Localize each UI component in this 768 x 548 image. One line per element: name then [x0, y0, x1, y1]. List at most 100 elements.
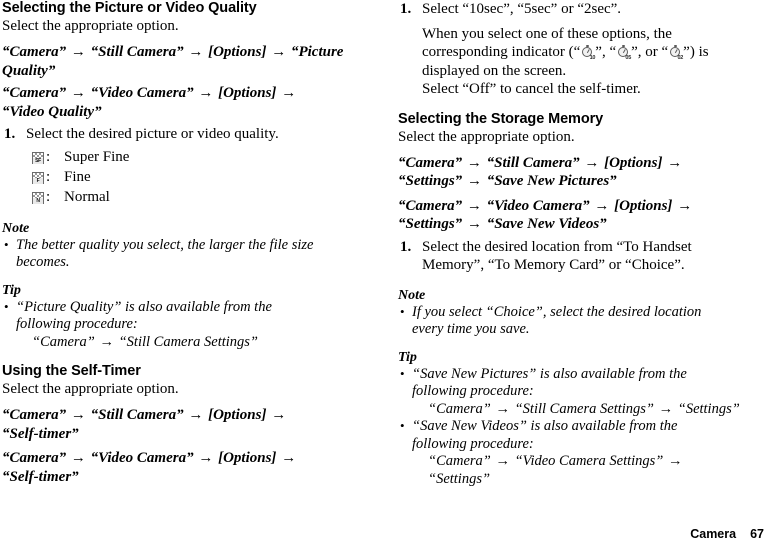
arrow-icon: → [99, 333, 114, 350]
nav-part: “Settings” [677, 400, 740, 417]
nav-part: “Still Camera Settings” [514, 400, 654, 417]
self-timer-05sec-icon: 05 [617, 44, 631, 61]
nav-part: “Camera” [398, 154, 463, 171]
list-item: F : Fine [32, 168, 370, 188]
footer-chapter-name: Camera [690, 527, 737, 541]
right-column: 1. Select “10sec”, “5sec” or “2sec”. Whe… [398, 0, 766, 488]
note-text: The better quality you select, the large… [16, 236, 314, 253]
bullet-icon: • [400, 365, 405, 381]
tip-heading: Tip [2, 282, 21, 298]
manual-page: Selecting the Picture or Video Quality S… [0, 0, 768, 548]
bullet-icon: • [4, 236, 9, 252]
tip-text: “Save New Videos” is also available from… [412, 418, 678, 434]
legend-label: Fine [64, 169, 91, 185]
tip-bullet: • “Save New Videos” is also available fr… [398, 418, 766, 436]
note-heading: Note [398, 287, 426, 303]
legend-label: Normal [64, 189, 110, 205]
nav-part: “Camera” [428, 453, 491, 469]
nav-part: “Still Camera” [90, 407, 184, 423]
fine-quality-icon: F [32, 171, 44, 184]
nav-part: [Options] [208, 44, 267, 60]
self-timer-description: When you select one of these options, th… [398, 25, 766, 99]
nav-part: “Camera” [32, 333, 95, 350]
tip-text: “Save New Pictures” is also available fr… [412, 365, 687, 382]
nav-part: “Still Camera” [486, 154, 580, 171]
tip-bullet: • “Save New Pictures” is also available … [398, 366, 766, 384]
arrow-icon: → [271, 407, 287, 423]
arrow-icon: → [594, 197, 610, 214]
arrow-icon: → [70, 44, 86, 60]
nav-part: “Camera” [2, 85, 67, 101]
nav-part: “Save New Pictures” [486, 173, 617, 189]
arrow-icon: → [584, 154, 600, 171]
step-select-storage-location: 1. Select the desired location from “To … [398, 238, 766, 257]
super-fine-quality-icon: SF [32, 151, 44, 164]
step-select-timer-duration: 1. Select “10sec”, “5sec” or “2sec”. [398, 0, 766, 19]
self-timer-02sec-icon: 02 [669, 44, 683, 61]
note-text: If you select “Choice”, select the desir… [412, 303, 702, 320]
tip-nav-path: “Camera” → “Still Camera Settings” → “Se… [398, 401, 766, 419]
nav-part: [Options] [604, 154, 663, 171]
nav-path-video-quality: “Camera” → “Video Camera” → [Options] → … [2, 84, 370, 121]
tip-nav-path: “Camera” → “Video Camera Settings” → [398, 453, 766, 471]
bullet-icon: • [400, 418, 405, 433]
nav-part: “Camera” [428, 400, 491, 417]
nav-part: [Options] [218, 85, 277, 101]
arrow-icon: → [658, 400, 674, 417]
legend-label: Super Fine [64, 149, 130, 165]
tip-nav-path-cont: “Settings” [428, 470, 491, 487]
step-text: Select “10sec”, “5sec” or “2sec”. [422, 1, 622, 17]
step-number: 1. [400, 1, 412, 17]
note-bullet: • The better quality you select, the lar… [2, 237, 370, 255]
step-number: 1. [400, 238, 412, 255]
footer-page-number: 67 [750, 527, 764, 541]
nav-part: “Video Quality” [2, 103, 102, 120]
section1-intro: Select the appropriate option. [2, 18, 179, 34]
arrow-icon: → [466, 173, 482, 189]
description-text: ”) is [683, 44, 709, 60]
tip-bullet: • “Picture Quality” is also available fr… [2, 299, 370, 317]
arrow-icon: → [466, 216, 482, 232]
arrow-icon: → [677, 197, 693, 214]
nav-part: “Camera” [2, 450, 67, 466]
section-heading-storage-memory: Selecting the Storage Memory [398, 110, 604, 127]
nav-path-video-self-timer: “Camera” → “Video Camera” → [Options] → … [2, 449, 370, 486]
legend-colon: : [46, 189, 51, 205]
nav-part: [Options] [218, 450, 277, 466]
bullet-icon: • [400, 303, 405, 319]
left-column: Selecting the Picture or Video Quality S… [2, 0, 370, 486]
arrow-icon: → [198, 85, 214, 101]
section2-intro: Select the appropriate option. [2, 381, 179, 397]
self-timer-10sec-icon: 10 [581, 44, 595, 61]
arrow-icon: → [188, 44, 204, 60]
indicator-line: corresponding indicator (“ 10”, “05”, or … [422, 43, 766, 62]
note-heading: Note [2, 220, 30, 236]
arrow-icon: → [188, 407, 204, 423]
note-text-cont: becomes. [16, 254, 70, 270]
arrow-icon: → [466, 197, 482, 214]
tip-nav-path: “Camera” → “Still Camera Settings” [2, 334, 370, 352]
description-line: displayed on the screen. [422, 62, 567, 79]
step-number: 1. [4, 126, 16, 142]
arrow-icon: → [466, 154, 482, 171]
quality-legend-list: SF : Super Fine F : Fine N : Normal [2, 148, 370, 208]
arrow-icon: → [271, 44, 287, 60]
nav-part: “Video Camera Settings” [514, 453, 664, 469]
nav-part: “Settings” [398, 216, 463, 232]
legend-colon: : [46, 169, 51, 185]
nav-part: “Still Camera Settings” [118, 333, 258, 350]
page-footer: Camera 67 [690, 527, 764, 542]
nav-part: “Self-timer” [2, 425, 79, 442]
description-line: When you select one of these options, th… [422, 25, 672, 42]
nav-part: “Video Camera” [90, 450, 194, 466]
arrow-icon: → [70, 407, 86, 423]
step-text-cont: Memory”, “To Memory Card” or “Choice”. [422, 257, 685, 273]
arrow-icon: → [667, 154, 683, 171]
nav-part: “Video Camera” [90, 85, 194, 101]
